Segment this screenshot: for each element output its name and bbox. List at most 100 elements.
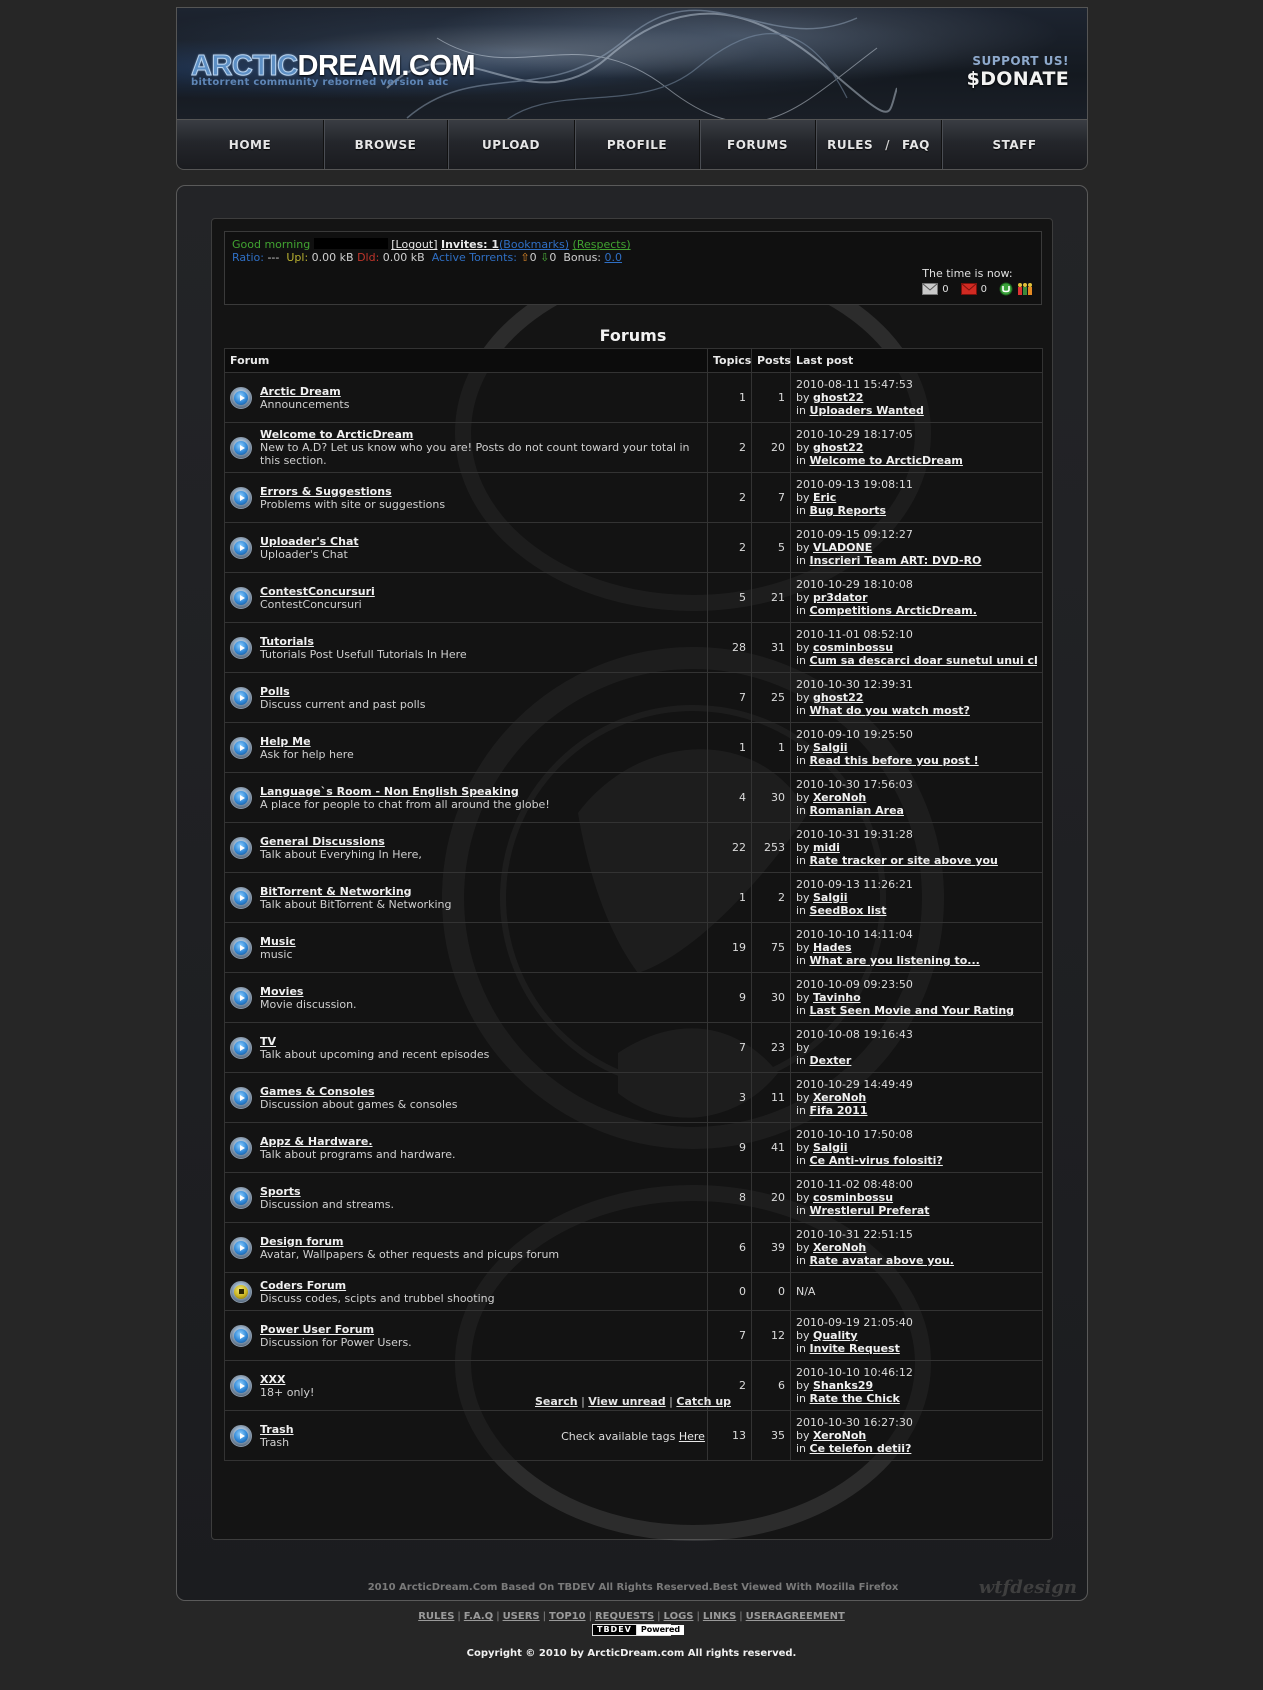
nav-profile[interactable]: PROFILE (575, 120, 700, 169)
last-post-topic-link[interactable]: Ce telefon detii? (810, 1442, 912, 1455)
last-post-topic-link[interactable]: Rate avatar above you. (810, 1254, 954, 1267)
invites-link[interactable]: Invites: 1 (441, 238, 499, 251)
page-title: Forums (599, 326, 667, 345)
last-post-topic-link[interactable]: Romanian Area (810, 804, 904, 817)
torrent-client-icon[interactable] (999, 282, 1013, 296)
forum-title-link[interactable]: Welcome to ArcticDream (260, 428, 702, 441)
last-post-topic-link[interactable]: Invite Request (810, 1342, 900, 1355)
last-post-user-link[interactable]: Quality (813, 1329, 858, 1342)
forum-title-link[interactable]: Help Me (260, 735, 354, 748)
nav-forums[interactable]: FORUMS (700, 120, 816, 169)
catch-up-link[interactable]: Catch up (676, 1395, 731, 1408)
nav-faq[interactable]: FAQ (902, 138, 930, 152)
forum-title-link[interactable]: Power User Forum (260, 1323, 412, 1336)
footer-link-useragreement[interactable]: USERAGREEMENT (746, 1611, 845, 1622)
forum-title-link[interactable]: Errors & Suggestions (260, 485, 445, 498)
forum-row: Language`s Room - Non English Speaking A … (224, 772, 1043, 823)
bookmarks-link[interactable]: (Bookmarks) (499, 238, 569, 251)
last-post-user-link[interactable]: ghost22 (813, 691, 863, 704)
footer-link-top10[interactable]: TOP10 (549, 1611, 586, 1622)
forum-title-link[interactable]: TV (260, 1035, 489, 1048)
forum-title-link[interactable]: Polls (260, 685, 425, 698)
last-post-user-link[interactable]: Salgii (813, 1141, 848, 1154)
last-post-user-link[interactable]: Hades (813, 941, 852, 954)
forum-cell: Arctic Dream Announcements (224, 372, 708, 423)
nav-upload[interactable]: UPLOAD (448, 120, 575, 169)
nav-home[interactable]: HOME (177, 120, 324, 169)
last-post-user-link[interactable]: ghost22 (813, 441, 863, 454)
forum-title-link[interactable]: Movies (260, 985, 357, 998)
forum-title-link[interactable]: Appz & Hardware. (260, 1135, 455, 1148)
site-logo[interactable]: ARCTICDREAM.COM bittorrent community reb… (191, 51, 476, 88)
donate-banner[interactable]: SUPPORT US! $DONATE (967, 54, 1069, 90)
users-online-icon[interactable] (1017, 282, 1033, 296)
last-post-topic-link[interactable]: Welcome to ArcticDream (810, 454, 963, 467)
forum-title-link[interactable]: Games & Consoles (260, 1085, 458, 1098)
footer-link-requests[interactable]: REQUESTS (595, 1611, 654, 1622)
last-post-topic-link[interactable]: SeedBox list (810, 904, 887, 917)
forum-title-link[interactable]: Sports (260, 1185, 394, 1198)
forum-title-link[interactable]: BitTorrent & Networking (260, 885, 451, 898)
forum-title-link[interactable]: Tutorials (260, 635, 467, 648)
last-post-user-link[interactable]: Salgii (813, 741, 848, 754)
unread-envelope-icon[interactable] (960, 283, 977, 295)
search-link[interactable]: Search (535, 1395, 578, 1408)
last-post-topic-link[interactable]: Cum sa descarci doar sunetul unui clip d (810, 654, 1037, 667)
last-post-cell: 2010-10-29 14:49:49 by XeroNoh in Fifa 201… (790, 1072, 1043, 1123)
last-post-topic-link[interactable]: Rate tracker or site above you (810, 854, 998, 867)
last-post-cell: 2010-11-02 08:48:00 by cosminbossu in Wres… (790, 1172, 1043, 1223)
last-post-topic-link[interactable]: Wrestlerul Preferat (810, 1204, 930, 1217)
last-post-user-link[interactable]: VLADONE (813, 541, 872, 554)
last-post-user-link[interactable]: Salgii (813, 891, 848, 904)
last-post-user-link[interactable]: Shanks29 (813, 1379, 873, 1392)
footer-link-logs[interactable]: LOGS (664, 1611, 694, 1622)
footer-link-links[interactable]: LINKS (703, 1611, 736, 1622)
last-post-cell: 2010-11-01 08:52:10 by cosminbossu in Cum … (790, 622, 1043, 673)
forum-title-link[interactable]: Coders Forum (260, 1279, 495, 1292)
last-post-user-link[interactable]: Tavinho (813, 991, 861, 1004)
forum-title-link[interactable]: Arctic Dream (260, 385, 349, 398)
last-post-topic-link[interactable]: Fifa 2011 (810, 1104, 868, 1117)
last-post-user-link[interactable]: XeroNoh (813, 1241, 866, 1254)
last-post-cell: 2010-10-09 09:23:50 by Tavinho in Last See… (790, 972, 1043, 1023)
last-post-topic-link[interactable]: Inscrieri Team ART: DVD-RO (810, 554, 982, 567)
footer-link-users[interactable]: USERS (503, 1611, 540, 1622)
last-post-topic-link[interactable]: What do you watch most? (810, 704, 970, 717)
last-post-user-link[interactable]: cosminbossu (813, 1191, 893, 1204)
respects-link[interactable]: (Respects) (573, 238, 631, 251)
inbox-envelope-icon[interactable] (922, 283, 939, 295)
forum-title-link[interactable]: ContestConcursuri (260, 585, 375, 598)
forum-title-link[interactable]: Music (260, 935, 296, 948)
last-post-topic-link[interactable]: What are you listening to... (810, 954, 980, 967)
last-post-user-link[interactable]: XeroNoh (813, 1091, 866, 1104)
forum-title-link[interactable]: Language`s Room - Non English Speaking (260, 785, 550, 798)
forum-title-link[interactable]: Design forum (260, 1235, 559, 1248)
last-post-user-link[interactable]: Eric (813, 491, 836, 504)
footer-link-faq[interactable]: F.A.Q (464, 1611, 493, 1622)
nav-staff[interactable]: STAFF (942, 120, 1087, 169)
last-post-topic-link[interactable]: Competitions ArcticDream. (810, 604, 977, 617)
last-post-user-link[interactable]: ghost22 (813, 391, 863, 404)
forum-title-link[interactable]: Uploader's Chat (260, 535, 359, 548)
nav-rules[interactable]: RULES (827, 138, 873, 152)
last-post-topic-link[interactable]: Read this before you post ! (810, 754, 979, 767)
last-post-user-link[interactable]: midi (813, 841, 840, 854)
bonus-value[interactable]: 0.0 (605, 251, 623, 264)
last-post-user-link[interactable]: XeroNoh (813, 791, 866, 804)
last-post-topic-link[interactable]: Last Seen Movie and Your Rating (810, 1004, 1015, 1017)
by-label: by (796, 1091, 810, 1104)
forum-title-link[interactable]: XXX (260, 1373, 314, 1386)
tags-here-link[interactable]: Here (679, 1430, 705, 1443)
last-post-topic-link[interactable]: Ce Anti-virus folositi? (810, 1154, 943, 1167)
last-post-topic-link[interactable]: Dexter (810, 1054, 852, 1067)
last-post-topic-link[interactable]: Bug Reports (810, 504, 887, 517)
forum-title-link[interactable]: General Discussions (260, 835, 422, 848)
last-post-topic-link[interactable]: Uploaders Wanted (810, 404, 924, 417)
last-post-user-link[interactable]: pr3dator (813, 591, 868, 604)
view-unread-link[interactable]: View unread (588, 1395, 665, 1408)
footer-link-rules[interactable]: RULES (418, 1611, 454, 1622)
nav-browse[interactable]: BROWSE (324, 120, 448, 169)
tbdev-powered-badge[interactable]: TBDEV Powered (592, 1624, 685, 1636)
logout-link[interactable]: [Logout] (391, 238, 437, 251)
last-post-user-link[interactable]: cosminbossu (813, 641, 893, 654)
